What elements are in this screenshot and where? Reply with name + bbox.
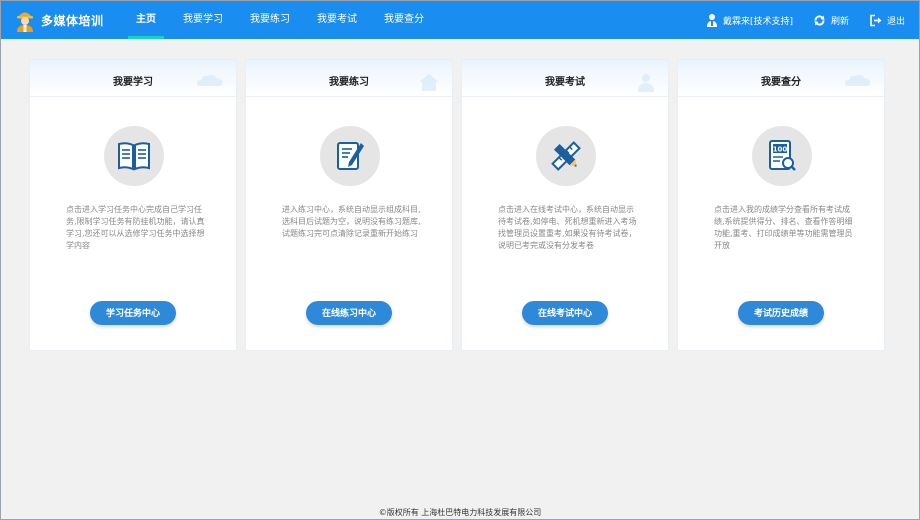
- study-task-center-button[interactable]: 学习任务中心: [90, 301, 176, 325]
- card-header: 我要学习: [30, 60, 236, 97]
- card-header: 我要练习: [246, 60, 452, 97]
- user-name: 戴霖来[技术支持]: [722, 16, 793, 27]
- user-icon: [706, 14, 717, 27]
- card-description: 点击进入在线考试中心，系统自动显示待考试卷,如停电、死机想重新进入考场找管理员设…: [498, 205, 637, 250]
- brand: 多媒体培训: [15, 7, 104, 33]
- nav-home[interactable]: 主页: [126, 1, 166, 39]
- card-icon-circle: [104, 126, 164, 186]
- nav-score[interactable]: 我要查分: [374, 1, 434, 39]
- card-description: 点击进入学习任务中心完成自己学习任务,限制学习任务有防挂机功能，请认真学习,您还…: [66, 205, 205, 250]
- card-icon-circle: 100: [752, 126, 812, 186]
- score-sheet-icon: 100: [769, 140, 796, 171]
- online-practice-center-button[interactable]: 在线练习中心: [306, 301, 392, 325]
- header-tools: 戴霖来[技术支持] 刷新 退出: [686, 1, 905, 39]
- worker-avatar-icon: [15, 8, 35, 32]
- exam-history-scores-button[interactable]: 考试历史成绩: [738, 301, 824, 325]
- card-description: 进入练习中心，系统自动显示组成科目,选科目后试题为空，说明没有练习题库,试题练习…: [282, 205, 421, 238]
- card-header: 我要考试: [462, 60, 668, 97]
- main-nav: 主页 我要学习 我要练习 我要考试 我要查分: [126, 1, 441, 39]
- notebook-pen-icon: [337, 142, 364, 170]
- nav-study[interactable]: 我要学习: [173, 1, 233, 39]
- cloud-decoration-icon: [845, 74, 870, 86]
- nav-practice[interactable]: 我要练习: [240, 1, 300, 39]
- app-title: 多媒体培训: [41, 13, 104, 28]
- logout-button[interactable]: 退出: [869, 14, 905, 27]
- refresh-icon: [814, 14, 825, 26]
- refresh-button[interactable]: 刷新: [813, 14, 849, 27]
- house-decoration-icon: [419, 74, 439, 91]
- card-icon-circle: [320, 126, 380, 186]
- copyright-footer: ©版权所有 上海杜巴特电力科技发展有限公司: [378, 508, 542, 517]
- top-navigation-bar: 多媒体培训 主页 我要学习 我要练习 我要考试 我要查分 戴霖来[技术支持] 刷…: [1, 1, 919, 39]
- online-exam-center-button[interactable]: 在线考试中心: [522, 301, 608, 325]
- card-score: 我要查分 100 点击进入我的成绩学分查看所有考试成绩,系统提供得分、排名、查看…: [677, 59, 885, 351]
- nav-exam[interactable]: 我要考试: [307, 1, 367, 39]
- cloud-decoration-icon: [197, 74, 222, 86]
- feature-cards: 我要学习 点击进入学习任务中心完成自己学习任务,限制学习任务有防挂机功能，请认真…: [29, 59, 893, 351]
- card-description: 点击进入我的成绩学分查看所有考试成绩,系统提供得分、排名、查看作答明细功能,重考…: [714, 205, 853, 250]
- user-menu[interactable]: 戴霖来[技术支持]: [706, 13, 793, 27]
- book-icon: [118, 142, 150, 171]
- pencil-ruler-icon: [551, 141, 581, 171]
- refresh-label: 刷新: [830, 16, 849, 27]
- person-decoration-icon: [638, 74, 654, 92]
- svg-text:100: 100: [773, 146, 788, 154]
- card-practice: 我要练习 进入练习中心，系统自动显示组成科目,选科目后试题为空，说明没有练习题库…: [245, 59, 453, 351]
- card-icon-circle: [536, 126, 596, 186]
- card-exam: 我要考试 点击进入在线考试中心，系统自动显示待考试卷,如停电、死机想重新进入考场…: [461, 59, 669, 351]
- card-header: 我要查分: [678, 60, 884, 97]
- card-study: 我要学习 点击进入学习任务中心完成自己学习任务,限制学习任务有防挂机功能，请认真…: [29, 59, 237, 351]
- logout-label: 退出: [886, 16, 905, 27]
- logout-icon: [870, 14, 882, 26]
